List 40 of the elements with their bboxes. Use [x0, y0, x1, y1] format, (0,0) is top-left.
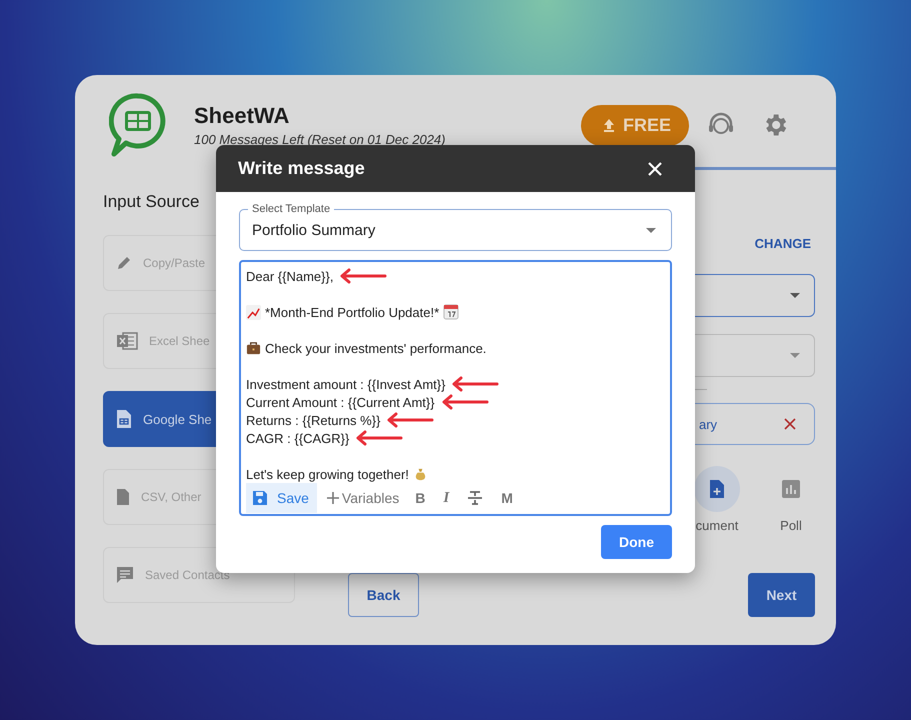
file-icon	[116, 488, 130, 506]
template-name: ary	[699, 416, 718, 432]
message-icon	[116, 566, 134, 584]
add-document-icon	[709, 479, 725, 499]
calendar-icon	[443, 304, 460, 320]
bold-button[interactable]: B	[409, 483, 432, 513]
attachment-label: cument	[696, 518, 738, 533]
pencil-icon	[116, 255, 132, 271]
next-button[interactable]: Next	[748, 573, 815, 617]
section-title: Input Source	[103, 191, 200, 213]
dropdown-caret-icon	[790, 353, 800, 358]
upload-icon	[602, 118, 615, 132]
logo-icon	[109, 92, 167, 158]
plus-icon	[326, 492, 339, 504]
message-text: Investment amount : {{Invest Amt}}	[246, 376, 446, 392]
upgrade-button[interactable]: FREE	[580, 104, 689, 146]
save-button[interactable]: Save	[246, 483, 317, 513]
spreadsheet-icon	[116, 331, 138, 351]
change-link[interactable]: CHANGE	[754, 236, 811, 251]
variables-button[interactable]: Variables	[322, 483, 404, 513]
monospace-button[interactable]: M	[495, 483, 519, 513]
dropdown-caret-icon	[646, 228, 656, 232]
close-icon[interactable]	[648, 162, 662, 176]
dialog-title: Write message	[238, 158, 365, 179]
message-editor[interactable]	[239, 260, 672, 516]
sheet-file-icon	[116, 409, 132, 429]
quota-text: 100 Messages Left (Reset on 01 Dec 2024)	[194, 132, 446, 147]
app-name: SheetWA	[194, 103, 290, 129]
attachment-option[interactable]	[694, 466, 740, 512]
chart-icon	[246, 304, 261, 320]
save-icon	[252, 490, 268, 506]
poll-icon	[782, 480, 800, 498]
dropdown-caret-icon	[790, 293, 800, 298]
done-button[interactable]: Done	[601, 525, 672, 559]
attachment-label: Poll	[780, 518, 802, 533]
back-button[interactable]: Back	[348, 573, 419, 617]
italic-button[interactable]: I	[437, 483, 456, 513]
briefcase-icon	[246, 340, 261, 356]
strikethrough-icon[interactable]	[467, 490, 484, 506]
remove-icon[interactable]	[784, 418, 796, 430]
